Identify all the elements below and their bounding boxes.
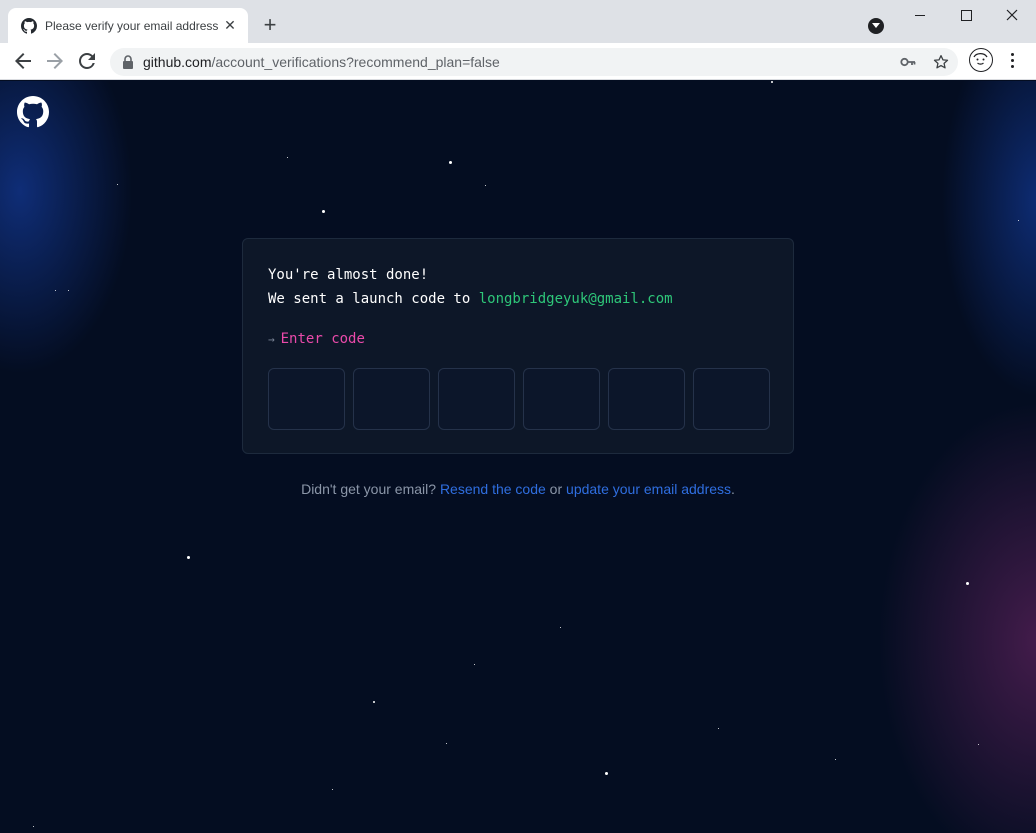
star-dot (1018, 220, 1019, 221)
tab-close-icon[interactable]: ✕ (222, 17, 238, 33)
enter-code-prompt: → Enter code (268, 331, 365, 347)
window-close-button[interactable] (989, 4, 1035, 28)
reload-icon[interactable] (75, 49, 99, 73)
star-dot (287, 157, 288, 158)
prompt-label: Enter code (280, 331, 365, 347)
tab-title: Please verify your email address (45, 19, 219, 33)
star-dot (33, 826, 34, 827)
window-minimize-button[interactable] (897, 4, 943, 28)
resend-help-text: Didn't get your email? Resend the code o… (0, 481, 1036, 497)
url-path: /account_verifications?recommend_plan=fa… (211, 54, 500, 70)
star-dot (718, 728, 719, 729)
update-email-link[interactable]: update your email address (566, 481, 731, 497)
verification-card: You're almost done! We sent a launch cod… (242, 238, 794, 454)
help-period: . (731, 481, 735, 497)
code-digit-input-5[interactable] (608, 368, 685, 430)
lock-icon[interactable] (122, 55, 134, 69)
github-favicon-icon (21, 18, 37, 34)
avatar-face-icon (973, 52, 988, 65)
browser-titlebar: Please verify your email address ✕ + (0, 0, 1036, 43)
window-maximize-button[interactable] (943, 4, 989, 28)
sent-prefix: We sent a launch code to (268, 291, 479, 307)
url-host: github.com (143, 54, 212, 70)
help-question: Didn't get your email? (301, 481, 440, 497)
tab-search-icon[interactable] (868, 18, 884, 34)
key-icon[interactable] (900, 55, 916, 69)
page-background: You're almost done! We sent a launch cod… (0, 81, 1036, 833)
back-arrow-icon[interactable] (11, 49, 35, 73)
card-heading: You're almost done! (268, 267, 429, 283)
star-dot (449, 161, 452, 164)
star-dot (446, 743, 447, 744)
resend-code-link[interactable]: Resend the code (440, 481, 546, 497)
profile-avatar-icon[interactable] (969, 48, 993, 72)
address-bar[interactable]: github.com/account_verifications?recomme… (110, 48, 958, 76)
github-logo-icon[interactable] (17, 96, 49, 128)
star-dot (332, 789, 333, 790)
star-dot (68, 290, 69, 291)
code-digit-input-3[interactable] (438, 368, 515, 430)
star-dot (55, 290, 56, 291)
forward-arrow-icon[interactable] (43, 49, 67, 73)
new-tab-button[interactable]: + (258, 13, 282, 37)
bookmark-star-icon[interactable] (932, 53, 950, 71)
star-dot (966, 582, 969, 585)
browser-menu-icon[interactable] (1005, 51, 1021, 71)
email-address: longbridgeyuk@gmail.com (478, 291, 673, 307)
star-dot (117, 184, 118, 185)
star-dot (373, 701, 375, 703)
star-dot (474, 664, 475, 665)
code-digit-input-4[interactable] (523, 368, 600, 430)
prompt-arrow-icon: → (268, 333, 275, 346)
url-text: github.com/account_verifications?recomme… (143, 54, 500, 70)
browser-tab[interactable]: Please verify your email address ✕ (8, 8, 248, 43)
code-digit-input-2[interactable] (353, 368, 430, 430)
star-dot (485, 185, 486, 186)
close-icon (1006, 9, 1018, 21)
code-digit-input-6[interactable] (693, 368, 770, 430)
star-dot (835, 759, 836, 760)
star-dot (605, 772, 608, 775)
code-digit-input-1[interactable] (268, 368, 345, 430)
star-dot (771, 81, 773, 83)
star-dot (978, 744, 979, 745)
sent-message: We sent a launch code to longbridgeyuk@g… (268, 291, 673, 307)
star-dot (560, 627, 561, 628)
browser-toolbar: github.com/account_verifications?recomme… (0, 43, 1036, 80)
help-or: or (545, 481, 567, 497)
star-dot (322, 210, 325, 213)
star-dot (187, 556, 190, 559)
code-input-group (268, 368, 770, 430)
